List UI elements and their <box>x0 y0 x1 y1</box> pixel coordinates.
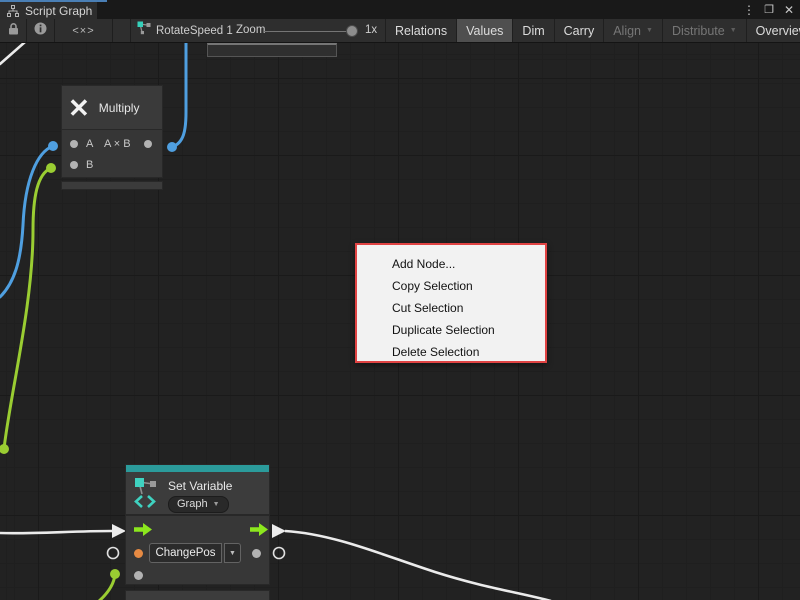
info-icon <box>34 22 47 40</box>
input-port-a[interactable] <box>70 140 78 148</box>
values-toggle[interactable]: Values <box>457 19 513 42</box>
chevron-down-icon: ▼ <box>213 501 220 508</box>
setvar-variable-row: ChangePos ▼ <box>126 542 269 564</box>
chevron-down-icon: ▼ <box>229 550 236 557</box>
control-wire-out-of-setvar[interactable] <box>285 531 551 600</box>
variable-input-port[interactable] <box>134 549 143 558</box>
set-variable-title: Set Variable <box>168 479 232 493</box>
graph-reference-breadcrumb[interactable]: RotateSpeed 1 <box>130 19 233 42</box>
graph-reference-label: RotateSpeed 1 <box>156 25 233 37</box>
value-wire-blue-output[interactable] <box>172 43 186 147</box>
variable-output-port[interactable] <box>252 549 261 558</box>
graph-node-icon <box>137 21 151 40</box>
set-variable-accent-bar <box>125 464 270 472</box>
align-dropdown[interactable]: Align ▼ <box>604 19 663 42</box>
info-button[interactable] <box>27 19 55 42</box>
graph-hierarchy-icon <box>7 5 19 17</box>
port-label-b: B <box>86 159 93 171</box>
title-bar: Script Graph ⋮ ❐ ✕ <box>0 0 800 19</box>
overview-button[interactable]: Overview <box>747 19 800 42</box>
window-menu-icon[interactable]: ⋮ <box>742 3 756 17</box>
wire-endpoint-green-b[interactable] <box>46 163 56 173</box>
menu-item-add-node[interactable]: Add Node... <box>357 253 545 275</box>
lock-icon <box>8 22 19 40</box>
control-arrow-out-icon[interactable] <box>272 524 286 538</box>
context-menu: Add Node... Copy Selection Cut Selection… <box>355 243 547 363</box>
variable-select-caret-button[interactable]: ▼ <box>224 543 241 563</box>
multiply-node-footer <box>61 181 163 190</box>
set-variable-icon <box>134 477 160 514</box>
tab-script-graph[interactable]: Script Graph <box>0 2 97 19</box>
control-wire-into-setvar[interactable] <box>0 531 112 533</box>
control-arrow-in-icon[interactable] <box>112 524 126 538</box>
variable-name-select[interactable]: ChangePos <box>149 543 222 563</box>
clipped-widget-box <box>207 43 337 57</box>
port-label-a: A <box>86 138 93 150</box>
set-variable-node-footer <box>125 590 270 600</box>
multiply-node[interactable]: ✕ Multiply A A × B B <box>61 85 163 190</box>
zoom-level-value: 1x <box>365 24 377 36</box>
output-port-axb[interactable] <box>144 140 152 148</box>
chevron-down-icon: ▼ <box>730 27 737 34</box>
menu-item-copy-selection[interactable]: Copy Selection <box>357 275 545 297</box>
variable-kind-dropdown[interactable]: Graph ▼ <box>168 496 229 513</box>
menu-item-cut-selection[interactable]: Cut Selection <box>357 297 545 319</box>
multiply-row-b: B <box>62 154 162 175</box>
dim-toggle[interactable]: Dim <box>513 19 554 42</box>
control-wire-top-left[interactable] <box>0 43 25 64</box>
graph-toolbar: <×> RotateSpeed 1 Zoom 1x Relations Valu… <box>0 19 800 43</box>
wire-endpoint-blue-out[interactable] <box>167 142 177 152</box>
multiply-row-a: A A × B <box>62 133 162 154</box>
port-label-axb: A × B <box>104 138 131 150</box>
wire-endpoint-green-setvar[interactable] <box>110 569 120 579</box>
relations-toggle[interactable]: Relations <box>385 19 457 42</box>
distribute-dropdown[interactable]: Distribute ▼ <box>663 19 747 42</box>
window-maximize-icon[interactable]: ❐ <box>762 3 776 16</box>
wire-endpoint-green-loose[interactable] <box>0 444 9 454</box>
window-close-icon[interactable]: ✕ <box>782 3 796 17</box>
multiply-icon: ✕ <box>68 95 90 121</box>
set-variable-node[interactable]: Set Variable Graph ▼ <box>125 464 270 600</box>
zoom-slider-knob[interactable] <box>346 25 358 37</box>
chevron-down-icon: ▼ <box>646 27 653 34</box>
script-graph-window: Script Graph ⋮ ❐ ✕ <box>0 0 800 600</box>
value-input-port[interactable] <box>134 571 143 580</box>
zoom-label: Zoom <box>236 24 265 36</box>
value-wire-green-into-b[interactable] <box>4 168 51 449</box>
lock-button[interactable] <box>0 19 27 42</box>
unconnected-port-left[interactable] <box>108 548 119 559</box>
value-wire-blue-into-a[interactable] <box>0 146 53 297</box>
carry-toggle[interactable]: Carry <box>555 19 605 42</box>
multiply-node-title: Multiply <box>99 101 140 115</box>
zoom-to-fit-icon: <×> <box>72 25 94 37</box>
zoom-to-fit-button[interactable]: <×> <box>55 19 113 42</box>
control-output-arrow-icon[interactable] <box>250 523 268 541</box>
setvar-value-row <box>126 564 269 585</box>
menu-item-delete-selection[interactable]: Delete Selection <box>357 341 545 363</box>
graph-canvas[interactable]: ✕ Multiply A A × B B <box>0 43 800 600</box>
unconnected-port-right[interactable] <box>274 548 285 559</box>
tab-title: Script Graph <box>25 4 92 18</box>
setvar-control-row <box>126 516 269 542</box>
zoom-slider-track[interactable] <box>264 31 357 32</box>
input-port-b[interactable] <box>70 161 78 169</box>
menu-item-duplicate-selection[interactable]: Duplicate Selection <box>357 319 545 341</box>
wire-endpoint-blue-a[interactable] <box>48 141 58 151</box>
control-input-arrow-icon[interactable] <box>134 523 152 541</box>
